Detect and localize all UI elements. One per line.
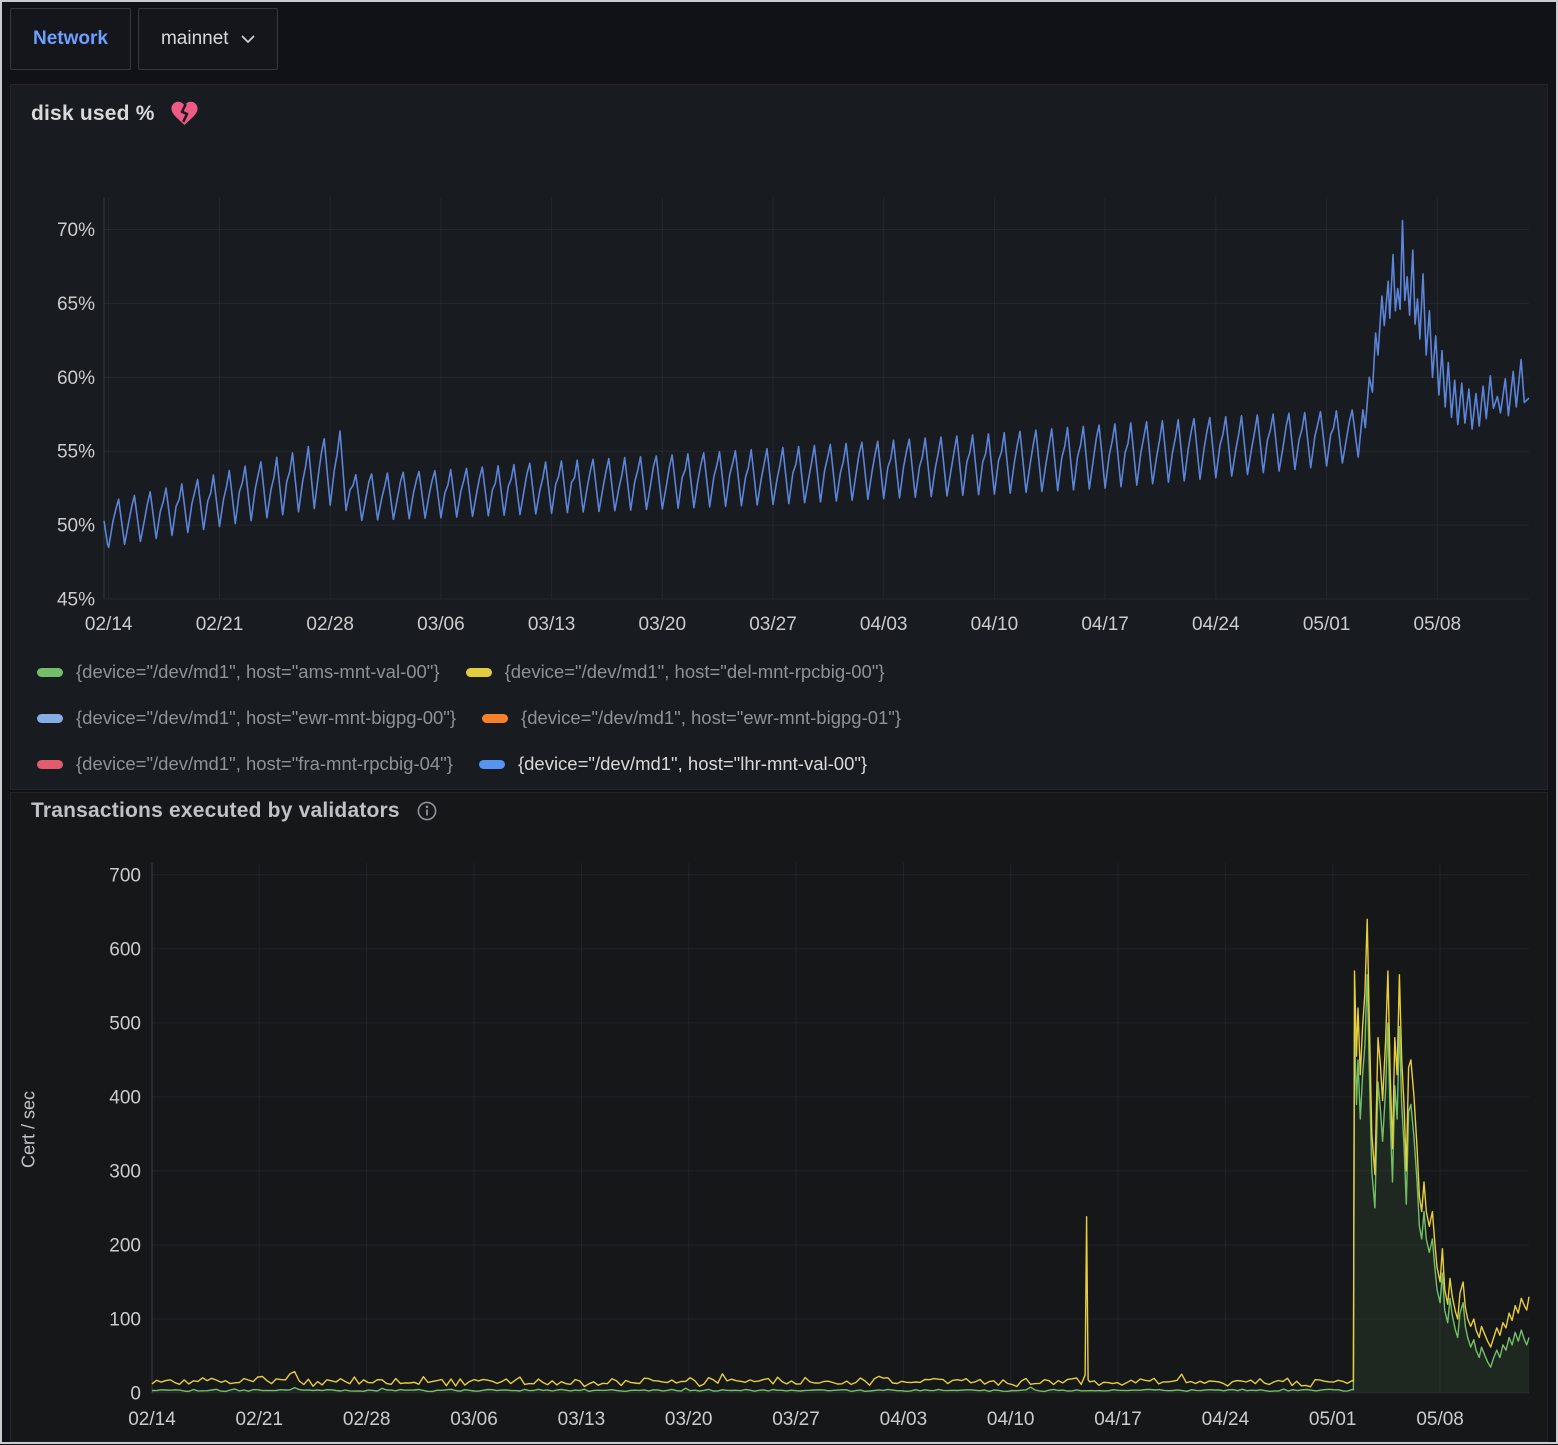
svg-text:02/14: 02/14	[85, 614, 133, 635]
legend-row: {device="/dev/md1", host="ams-mnt-val-00…	[37, 649, 901, 695]
disk-used-panel: disk used % 45% 50% 55% 60% 65% 70% 02/14 02/21…	[10, 84, 1548, 790]
network-variable-value: mainnet	[161, 28, 229, 50]
svg-text:04/24: 04/24	[1202, 1409, 1250, 1430]
chevron-down-icon	[241, 35, 255, 44]
legend-row: {device="/dev/md1", host="fra-mnt-rpcbig…	[37, 741, 901, 787]
series-line-validators-green	[152, 975, 1529, 1392]
svg-text:300: 300	[109, 1161, 141, 1182]
svg-text:04/17: 04/17	[1081, 614, 1129, 635]
svg-text:03/27: 03/27	[772, 1409, 820, 1430]
transactions-chart[interactable]: 0 100 200 300 400 500 600 700 02/14 02/21 02/28 03/…	[11, 853, 1549, 1445]
y-axis-tick-labels: 45% 50% 55% 60% 65% 70%	[57, 220, 95, 611]
disk-panel-header[interactable]: disk used %	[31, 101, 198, 126]
svg-text:0: 0	[130, 1384, 141, 1405]
svg-text:02/14: 02/14	[128, 1409, 176, 1430]
svg-text:04/17: 04/17	[1094, 1409, 1142, 1430]
svg-text:03/20: 03/20	[639, 614, 687, 635]
legend-series-swatch	[37, 668, 63, 677]
x-axis-tick-labels: 02/14 02/21 02/28 03/06 03/13 03/20 03/27 04/03…	[128, 1409, 1464, 1430]
legend-series-swatch	[37, 760, 63, 769]
info-icon[interactable]	[416, 800, 438, 822]
svg-text:200: 200	[109, 1236, 141, 1257]
svg-text:03/27: 03/27	[749, 614, 797, 635]
disk-used-chart[interactable]: 45% 50% 55% 60% 65% 70% 02/14 02/21 02/28 03/06 03…	[11, 189, 1549, 641]
svg-text:65%: 65%	[57, 294, 95, 315]
legend-series-swatch	[37, 714, 63, 723]
svg-text:700: 700	[109, 865, 141, 886]
grid-lines	[152, 863, 1529, 1393]
network-variable-dropdown[interactable]: mainnet	[138, 8, 278, 70]
legend-series-label: {device="/dev/md1", host="lhr-mnt-val-00…	[518, 753, 867, 775]
svg-text:02/28: 02/28	[343, 1409, 391, 1430]
broken-heart-icon	[171, 101, 198, 126]
svg-text:04/10: 04/10	[971, 614, 1019, 635]
legend-series-label: {device="/dev/md1", host="ewr-mnt-bigpg-…	[521, 707, 901, 729]
tx-panel-header[interactable]: Transactions executed by validators	[31, 799, 438, 823]
svg-text:04/03: 04/03	[880, 1409, 928, 1430]
legend-row: {device="/dev/md1", host="ewr-mnt-bigpg-…	[37, 695, 901, 741]
legend-item[interactable]: {device="/dev/md1", host="ams-mnt-val-00…	[37, 661, 440, 683]
svg-text:02/21: 02/21	[196, 614, 244, 635]
svg-text:70%: 70%	[57, 220, 95, 241]
svg-text:05/08: 05/08	[1416, 1409, 1464, 1430]
legend-item[interactable]: {device="/dev/md1", host="del-mnt-rpcbig…	[466, 661, 885, 683]
legend-item[interactable]: {device="/dev/md1", host="fra-mnt-rpcbig…	[37, 753, 453, 775]
svg-text:03/06: 03/06	[417, 614, 465, 635]
svg-text:45%: 45%	[57, 590, 95, 611]
svg-text:05/01: 05/01	[1303, 614, 1351, 635]
svg-text:02/28: 02/28	[306, 614, 354, 635]
svg-text:50%: 50%	[57, 516, 95, 537]
legend-series-label: {device="/dev/md1", host="ewr-mnt-bigpg-…	[76, 707, 456, 729]
svg-text:04/24: 04/24	[1192, 614, 1240, 635]
legend-series-swatch	[482, 714, 508, 723]
svg-text:55%: 55%	[57, 442, 95, 463]
svg-text:04/03: 04/03	[860, 614, 908, 635]
legend-series-label: {device="/dev/md1", host="fra-mnt-rpcbig…	[76, 753, 453, 775]
legend-series-swatch	[479, 760, 505, 769]
grid-lines	[104, 197, 1529, 599]
legend-item[interactable]: {device="/dev/md1", host="ewr-mnt-bigpg-…	[482, 707, 901, 729]
network-variable-label: Network	[33, 28, 108, 50]
svg-text:03/06: 03/06	[450, 1409, 498, 1430]
series-line-validators-yellow	[152, 919, 1529, 1387]
legend-item[interactable]: {device="/dev/md1", host="lhr-mnt-val-00…	[479, 753, 867, 775]
svg-text:03/13: 03/13	[558, 1409, 606, 1430]
svg-text:100: 100	[109, 1310, 141, 1331]
transactions-panel: Transactions executed by validators Cert…	[10, 792, 1548, 1442]
svg-text:03/20: 03/20	[665, 1409, 713, 1430]
legend-series-label: {device="/dev/md1", host="ams-mnt-val-00…	[76, 661, 440, 683]
svg-text:500: 500	[109, 1013, 141, 1034]
x-axis-tick-labels: 02/14 02/21 02/28 03/06 03/13 03/20 03/27 04/03…	[85, 614, 1461, 635]
tx-panel-title: Transactions executed by validators	[31, 799, 400, 823]
disk-panel-title: disk used %	[31, 102, 155, 126]
svg-text:05/01: 05/01	[1309, 1409, 1357, 1430]
svg-text:600: 600	[109, 939, 141, 960]
dashboard-variable-bar: Network mainnet	[10, 8, 278, 70]
legend-item[interactable]: {device="/dev/md1", host="ewr-mnt-bigpg-…	[37, 707, 456, 729]
svg-text:02/21: 02/21	[236, 1409, 284, 1430]
legend-series-label: {device="/dev/md1", host="del-mnt-rpcbig…	[505, 661, 885, 683]
legend-series-swatch	[466, 668, 492, 677]
svg-text:04/10: 04/10	[987, 1409, 1035, 1430]
series-fill-validators-green	[152, 975, 1529, 1393]
series-line-{device=	[104, 221, 1529, 548]
svg-text:05/08: 05/08	[1414, 614, 1462, 635]
disk-chart-legend: {device="/dev/md1", host="ams-mnt-val-00…	[37, 649, 901, 787]
network-variable-label-box: Network	[10, 8, 131, 70]
svg-text:400: 400	[109, 1087, 141, 1108]
svg-text:60%: 60%	[57, 368, 95, 389]
y-axis-tick-labels: 0 100 200 300 400 500 600 700	[109, 865, 141, 1404]
svg-text:03/13: 03/13	[528, 614, 576, 635]
